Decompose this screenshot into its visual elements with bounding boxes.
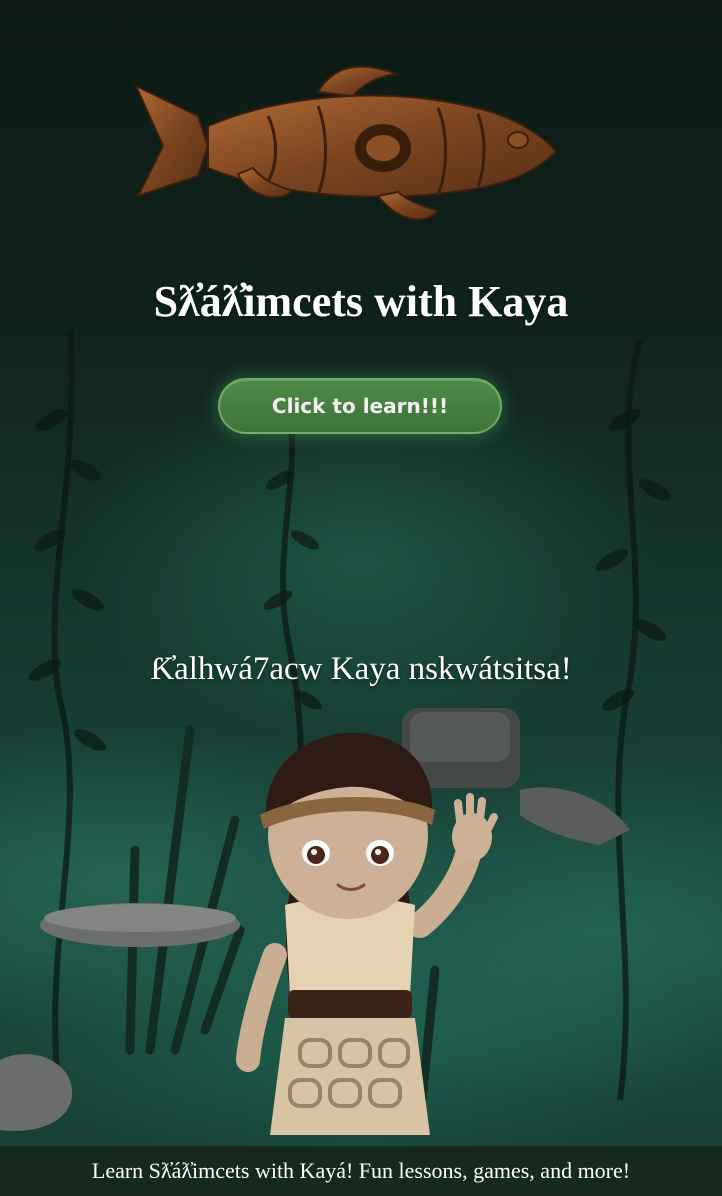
- footer-bar: Learn Sƛ̓áƛ̓imcets with Kayá! Fun lesson…: [0, 1146, 722, 1196]
- footer-text: Learn Sƛ̓áƛ̓imcets with Kayá! Fun lesson…: [91, 1158, 631, 1183]
- salmon-logo: [133, 65, 558, 221]
- page-title: Sƛ̓áƛ̓imcets with Kaya: [153, 277, 569, 326]
- greeting-text: Ƙ̓alhwá7acw Kaya nskwátsitsa!: [150, 651, 572, 687]
- landing-page: Sƛ̓áƛ̓imcets with Kaya Click to learn!!!…: [0, 0, 722, 1196]
- click-to-learn-button[interactable]: Click to learn!!!: [218, 378, 502, 434]
- kaya-character: [236, 732, 498, 1135]
